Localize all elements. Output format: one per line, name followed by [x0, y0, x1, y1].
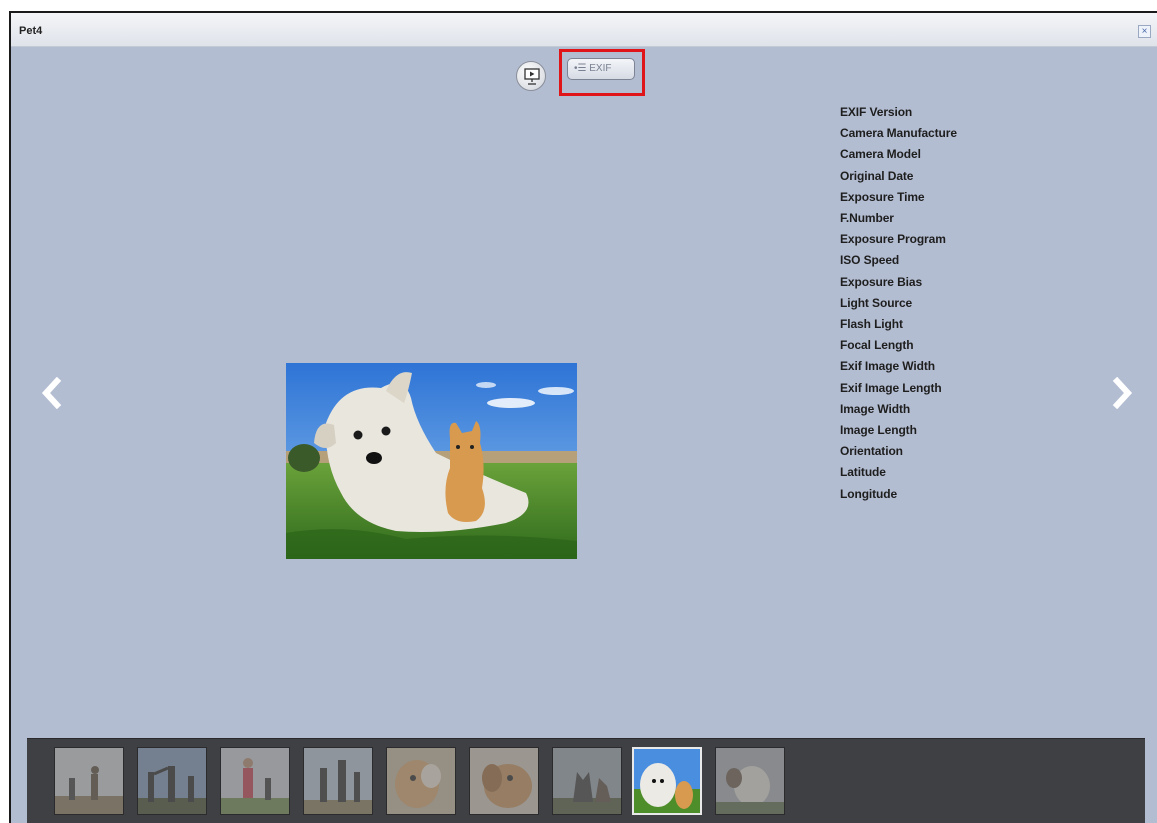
title-bar: Pet4 × — [11, 13, 1157, 47]
exif-field: Light Source — [840, 295, 913, 310]
exif-field: Latitude — [840, 465, 886, 480]
exif-button-label: EXIF — [589, 63, 612, 74]
exif-field: Camera Manufacture — [840, 126, 957, 141]
exif-field: F.Number — [840, 211, 894, 226]
thumbnail-7[interactable] — [552, 747, 622, 815]
thumbnail-3[interactable] — [220, 747, 290, 815]
thumbnail-2[interactable] — [137, 747, 207, 815]
exif-field: Image Length — [840, 423, 917, 438]
exif-field: Image Width — [840, 401, 911, 416]
exif-field: Exposure Program — [840, 232, 946, 247]
exif-field: Exif Image Width — [840, 359, 935, 374]
main-photo — [286, 363, 577, 559]
close-button[interactable]: × — [1138, 25, 1151, 38]
list-icon: •☰ — [574, 63, 590, 74]
exif-field: Exif Image Length — [840, 380, 942, 395]
exif-field: Flash Light — [840, 317, 903, 332]
thumbnail-9[interactable] — [715, 747, 785, 815]
window-title: Pet4 — [19, 25, 43, 37]
exif-field: Camera Model — [840, 147, 921, 162]
exif-button[interactable]: •☰ EXIF — [567, 58, 635, 80]
thumbnail-strip — [27, 738, 1145, 823]
thumbnail-5[interactable] — [386, 747, 456, 815]
photo-viewer-window: Pet4 × •☰ EXIF EXIF Version Camera Manuf… — [9, 11, 1157, 823]
exif-field: Original Date — [840, 168, 914, 183]
chevron-right-icon[interactable] — [1111, 377, 1133, 409]
slideshow-button[interactable] — [516, 61, 546, 91]
exif-field: Focal Length — [840, 338, 914, 353]
exif-field: EXIF Version — [840, 105, 913, 119]
exif-field: Exposure Time — [840, 189, 925, 204]
exif-field: Exposure Bias — [840, 274, 923, 289]
exif-field-list: EXIF Version Camera Manufacture Camera M… — [840, 102, 957, 505]
thumbnail-1[interactable] — [54, 747, 124, 815]
exif-field: Longitude — [840, 486, 898, 501]
thumbnail-8-selected[interactable] — [632, 747, 702, 815]
exif-field: ISO Speed — [840, 253, 900, 268]
slideshow-icon — [524, 68, 540, 85]
thumbnail-4[interactable] — [303, 747, 373, 815]
exif-field: Orientation — [840, 444, 903, 459]
chevron-left-icon[interactable] — [41, 377, 63, 409]
thumbnail-6[interactable] — [469, 747, 539, 815]
